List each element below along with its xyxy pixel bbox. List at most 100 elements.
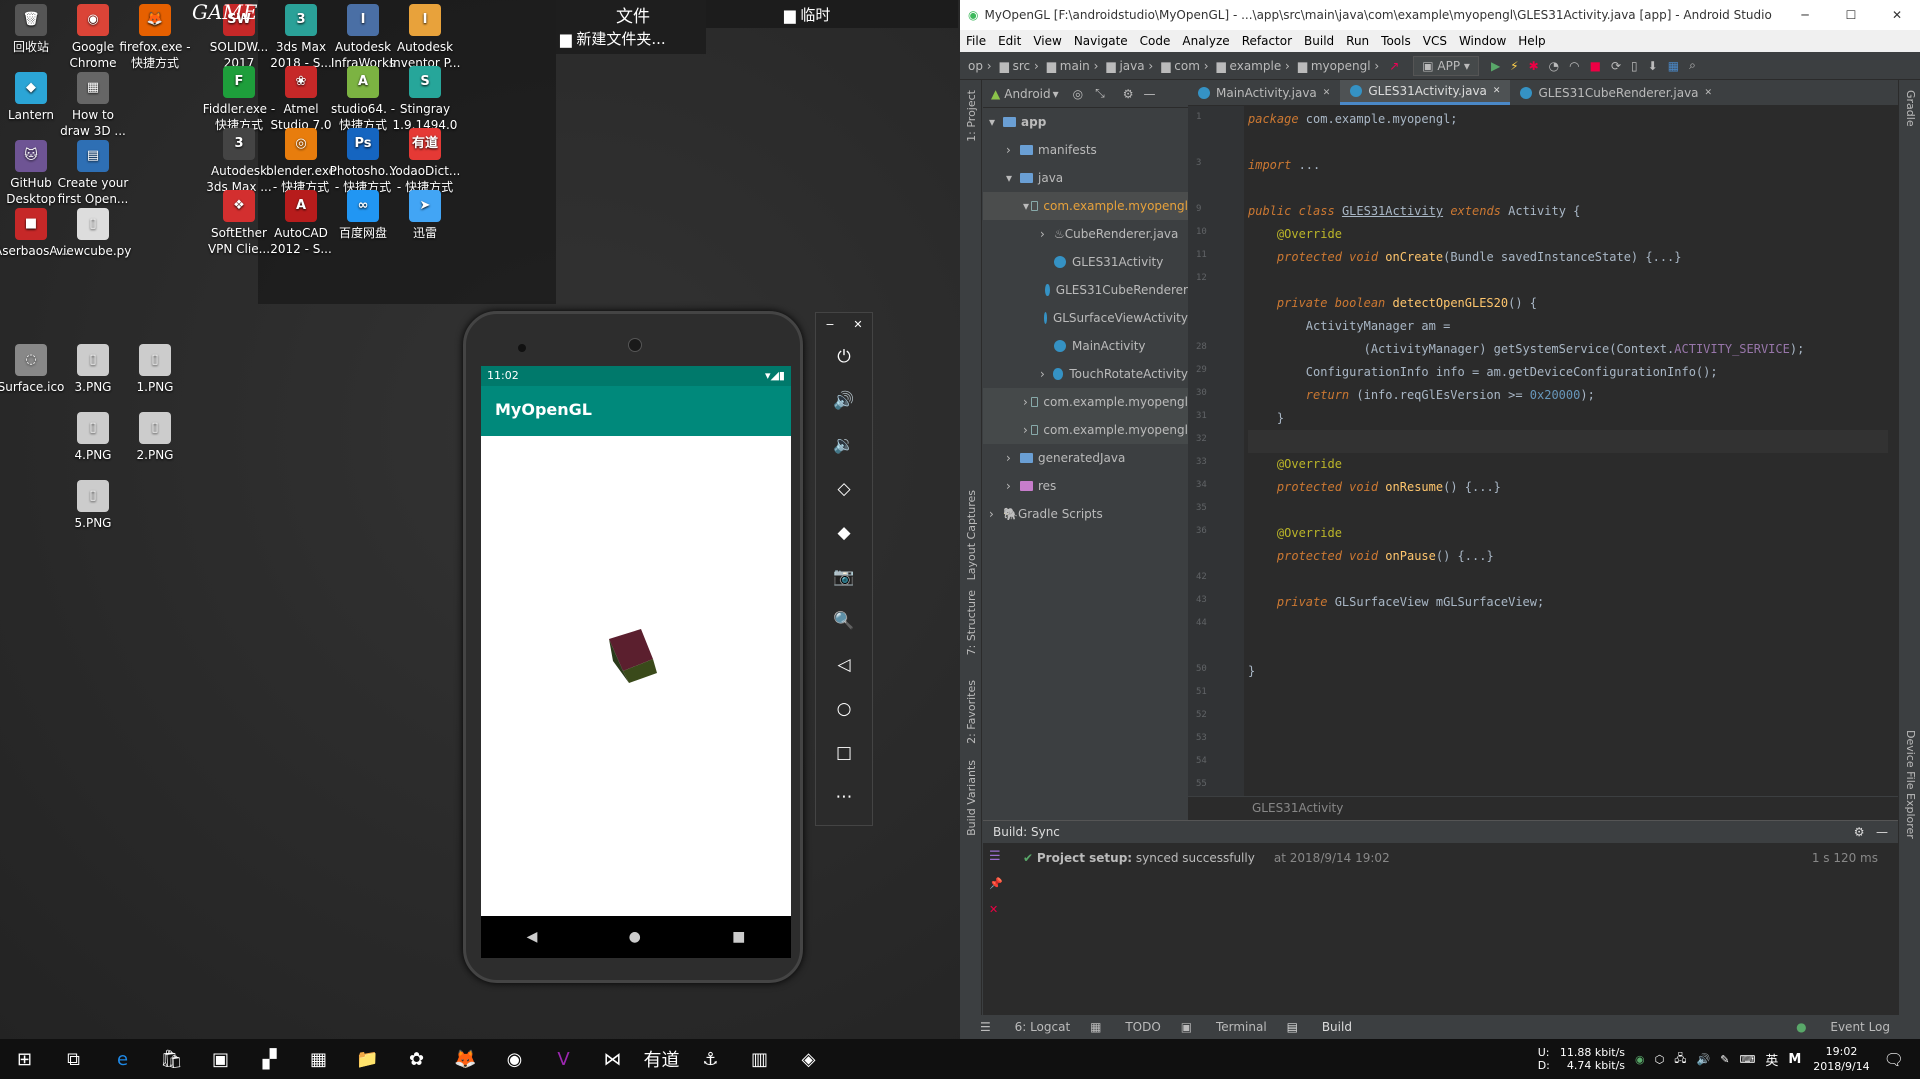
project-view-select[interactable]: Android — [1004, 87, 1050, 101]
editor-tab[interactable]: GLES31Activity.java ✕ — [1340, 80, 1511, 105]
gear-icon[interactable]: ⚙ — [1854, 825, 1865, 839]
minimize-button[interactable]: ─ — [1782, 8, 1828, 22]
expand-arrow-icon[interactable]: › — [1023, 395, 1031, 409]
taskbar-app-icon[interactable]: ⚓ — [686, 1039, 735, 1079]
home-icon[interactable]: ○ — [816, 687, 872, 731]
menu-run[interactable]: Run — [1340, 34, 1375, 48]
tool-device-file-explorer[interactable]: Device File Explorer — [1904, 730, 1917, 839]
expand-arrow-icon[interactable]: › — [1006, 143, 1020, 157]
close-button[interactable]: ✕ — [1874, 8, 1920, 22]
tool-build-variants[interactable]: Build Variants — [965, 760, 978, 836]
expand-arrow-icon[interactable]: ▾ — [1006, 171, 1020, 185]
pin-icon[interactable]: 📌 — [989, 877, 1003, 890]
hide-panel-icon[interactable]: — — [1144, 87, 1156, 101]
menu-window[interactable]: Window — [1453, 34, 1512, 48]
desktop-icon[interactable]: 🦊 firefox.exe - 快捷方式 — [118, 0, 192, 71]
taskbar-app-icon[interactable]: 🛍 — [147, 1039, 196, 1079]
menu-build[interactable]: Build — [1298, 34, 1340, 48]
desktop-icon[interactable]: ▯ 5.PNG — [56, 476, 130, 531]
stop-icon[interactable]: ■ — [1590, 59, 1601, 73]
desktop-icon[interactable]: ▯ 1.PNG — [118, 340, 192, 395]
expand-arrow-icon[interactable]: › — [1006, 451, 1020, 465]
search-icon[interactable]: ⌕ — [1689, 58, 1696, 73]
nav-back-button[interactable]: ◀ — [527, 929, 538, 945]
run-config-select[interactable]: ▣ APP ▾ — [1413, 55, 1479, 76]
tree-node[interactable]: GLSurfaceViewActivity — [983, 304, 1188, 332]
code-area[interactable]: package com.example.myopengl; import ...… — [1248, 108, 1888, 683]
apply-changes-icon[interactable]: ⚡ — [1510, 59, 1518, 73]
expand-arrow-icon[interactable]: › — [1040, 227, 1054, 241]
expand-arrow-icon[interactable]: ▾ — [1023, 199, 1031, 213]
tree-node[interactable]: ▾ app — [983, 108, 1188, 136]
chevron-down-icon[interactable]: ▾ — [1053, 87, 1059, 101]
tool-project[interactable]: 1: Project — [965, 90, 978, 142]
layout-icon[interactable]: ▦ — [1668, 59, 1679, 73]
breadcrumb-item[interactable]: ▆ myopengl › — [1294, 59, 1383, 73]
notification-icon[interactable]: 🗨 — [1884, 1050, 1904, 1069]
breadcrumb-item[interactable]: op › — [964, 59, 996, 73]
sticky-note-2[interactable]: ▆ 临时 — [706, 0, 958, 28]
power-icon[interactable]: ⏻ — [816, 335, 872, 379]
taskbar-app-icon[interactable]: e — [98, 1039, 147, 1079]
tree-node[interactable]: › ♨ CubeRenderer.java — [983, 220, 1188, 248]
tree-node[interactable]: ▾ java — [983, 164, 1188, 192]
desktop-icon[interactable]: I Autodesk Inventor P... — [388, 0, 462, 71]
volume-icon[interactable]: 🔊 — [1697, 1053, 1711, 1066]
event-log[interactable]: ● Event Log — [1776, 1020, 1890, 1034]
network-icon[interactable]: 🖧 — [1674, 1050, 1686, 1069]
tab-logcat[interactable]: ☰ 6: Logcat — [980, 1020, 1070, 1034]
tool-layout-captures[interactable]: Layout Captures — [965, 490, 978, 580]
taskbar-app-icon[interactable]: ▣ — [196, 1039, 245, 1079]
pen-icon[interactable]: ✎ — [1720, 1053, 1729, 1066]
breadcrumb-item[interactable]: ▆ java › — [1102, 59, 1157, 73]
profile-icon[interactable]: ◔ — [1549, 59, 1559, 73]
code-breadcrumb[interactable]: GLES31Activity — [1188, 796, 1898, 820]
gear-icon[interactable]: ⚙ — [1123, 87, 1134, 101]
taskbar-app-icon[interactable]: 🦊 — [441, 1039, 490, 1079]
tool-structure[interactable]: 7: Structure — [965, 590, 978, 655]
tree-node[interactable]: GLES31Activity — [983, 248, 1188, 276]
taskbar-app-icon[interactable]: ◈ — [784, 1039, 833, 1079]
sdk-manager-icon[interactable]: ⬇ — [1648, 59, 1658, 73]
maximize-button[interactable]: ☐ — [1828, 8, 1874, 22]
menu-code[interactable]: Code — [1134, 34, 1177, 48]
rotate-left-icon[interactable]: ◇ — [816, 467, 872, 511]
back-icon[interactable]: ◁ — [816, 643, 872, 687]
more-icon[interactable]: ⋯ — [816, 775, 872, 819]
debug-icon[interactable]: ✱ — [1529, 59, 1539, 73]
breadcrumb-item[interactable]: ▆ com › — [1157, 59, 1212, 73]
tree-node[interactable]: ▾ com.example.myopengl — [983, 192, 1188, 220]
tree-node[interactable]: MainActivity — [983, 332, 1188, 360]
sync-icon[interactable]: ⟳ — [1611, 59, 1621, 73]
start-button[interactable]: ⊞ — [0, 1039, 49, 1079]
close-icon[interactable]: ✕ — [989, 903, 998, 916]
emulator-minimize-button[interactable]: − — [825, 318, 834, 331]
collapse-icon[interactable]: ⤡ — [1095, 86, 1105, 101]
keyboard-icon[interactable]: ⌨ — [1739, 1053, 1755, 1066]
expand-arrow-icon[interactable]: › — [1006, 479, 1020, 493]
tree-node[interactable]: › res — [983, 472, 1188, 500]
menu-refactor[interactable]: Refactor — [1236, 34, 1298, 48]
taskbar-app-icon[interactable]: ▦ — [294, 1039, 343, 1079]
tree-node[interactable]: › manifests — [983, 136, 1188, 164]
menu-navigate[interactable]: Navigate — [1068, 34, 1134, 48]
menu-help[interactable]: Help — [1512, 34, 1551, 48]
hide-panel-icon[interactable]: — — [1876, 825, 1888, 839]
desktop-icon[interactable]: 有道 YodaoDict... - 快捷方式 — [388, 124, 462, 195]
tab-build[interactable]: ▤ Build — [1287, 1020, 1352, 1034]
sticky-note[interactable]: 文件 ▆ 新建文件夹... — [556, 0, 706, 54]
circle-icon[interactable]: ◉ — [1635, 1053, 1645, 1066]
attach-debugger-icon[interactable]: ◠ — [1569, 59, 1579, 73]
tool-favorites[interactable]: 2: Favorites — [965, 680, 978, 744]
taskbar-app-icon[interactable]: 有道 — [637, 1039, 686, 1079]
menu-analyze[interactable]: Analyze — [1176, 34, 1235, 48]
editor-tab[interactable]: MainActivity.java ✕ — [1188, 80, 1340, 105]
desktop-icon[interactable]: ▤ Create your first Open... — [56, 136, 130, 207]
menu-vcs[interactable]: VCS — [1417, 34, 1453, 48]
menu-tools[interactable]: Tools — [1375, 34, 1417, 48]
desktop-icon[interactable]: ▦ How to draw 3D ... — [56, 68, 130, 139]
menu-file[interactable]: File — [960, 34, 992, 48]
tree-node[interactable]: › generatedJava — [983, 444, 1188, 472]
taskbar-app-icon[interactable]: ✿ — [392, 1039, 441, 1079]
menu-view[interactable]: View — [1027, 34, 1067, 48]
